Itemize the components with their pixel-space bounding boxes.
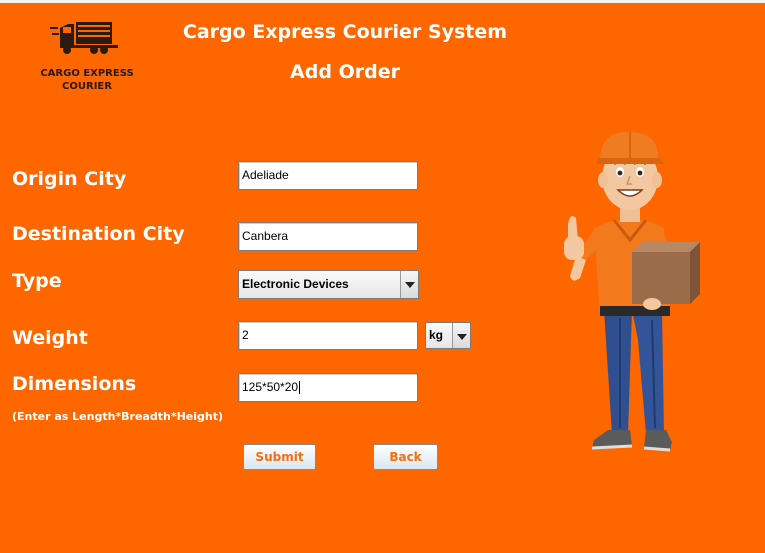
type-dropdown[interactable]: Electronic Devices: [238, 270, 419, 299]
delivery-man-illustration: [564, 131, 700, 452]
truck-icon: [50, 22, 118, 54]
back-button[interactable]: Back: [373, 444, 438, 470]
app-title: Cargo Express Courier System: [182, 21, 508, 43]
text-caret: [299, 381, 301, 395]
dimensions-input-text: 125*50*20: [242, 380, 299, 394]
logo-text-line2: COURIER: [62, 81, 112, 92]
window-top-strip: [0, 0, 765, 3]
logo-text-line1: CARGO EXPRESS: [40, 68, 134, 79]
destination-city-input[interactable]: Canbera: [238, 222, 418, 251]
chevron-down-icon[interactable]: [400, 271, 418, 298]
dimensions-hint: (Enter as Length*Breadth*Height): [12, 410, 223, 423]
chevron-down-icon[interactable]: [452, 323, 470, 348]
destination-city-label: Destination City: [12, 223, 185, 245]
page-title: Add Order: [290, 61, 400, 83]
weight-unit-dropdown[interactable]: kg: [425, 322, 471, 349]
company-logo: CARGO EXPRESS COURIER: [28, 18, 146, 96]
dimensions-input[interactable]: 125*50*20: [238, 373, 418, 402]
type-selected-value: Electronic Devices: [242, 277, 349, 291]
origin-city-input[interactable]: Adeliade: [238, 161, 418, 190]
type-label: Type: [12, 270, 62, 292]
weight-label: Weight: [12, 327, 88, 349]
origin-city-label: Origin City: [12, 168, 127, 190]
submit-button[interactable]: Submit: [243, 444, 316, 470]
weight-input[interactable]: 2: [238, 321, 418, 350]
dimensions-label: Dimensions: [12, 373, 137, 395]
weight-unit-value: kg: [429, 328, 444, 342]
